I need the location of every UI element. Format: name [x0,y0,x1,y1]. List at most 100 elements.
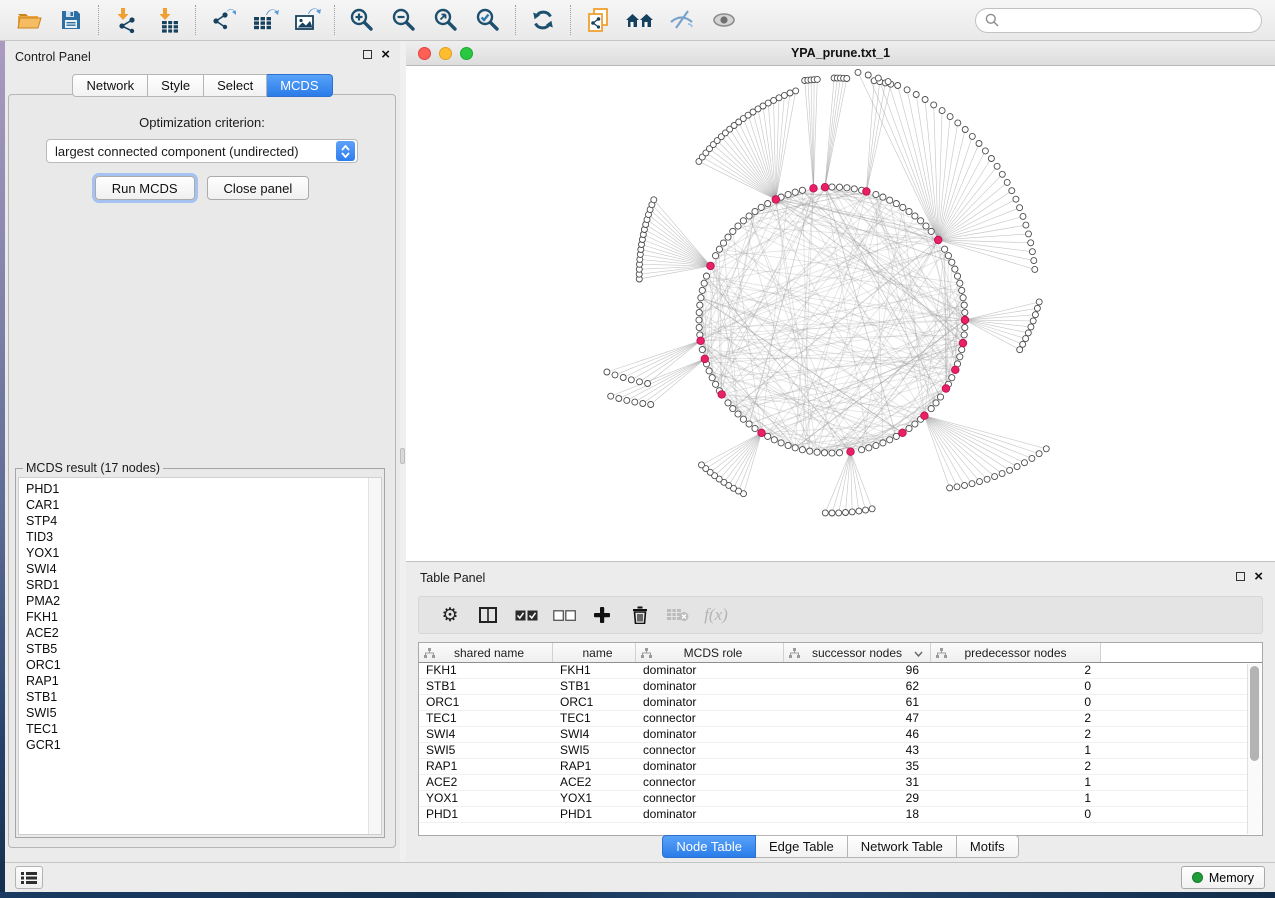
mcds-result-item[interactable]: TID3 [26,529,381,545]
column-header-name[interactable]: name [553,643,636,662]
table-cell[interactable]: STB1 [419,679,553,694]
new-network-from-selection-button[interactable] [577,2,619,38]
table-cell[interactable]: 0 [931,807,1101,822]
table-cell[interactable]: 2 [931,663,1101,678]
table-cell[interactable]: 62 [784,679,931,694]
tab-motifs[interactable]: Motifs [957,835,1019,858]
table-cell[interactable]: 96 [784,663,931,678]
tab-edge-table[interactable]: Edge Table [756,835,848,858]
mcds-result-item[interactable]: CAR1 [26,497,381,513]
run-mcds-button[interactable]: Run MCDS [95,176,195,200]
export-table-button[interactable] [244,2,286,38]
open-file-button[interactable] [8,2,50,38]
table-row[interactable]: SWI5SWI5connector431 [419,743,1262,759]
column-header-mcds-role[interactable]: MCDS role [636,643,784,662]
table-scrollbar-thumb[interactable] [1250,666,1259,761]
mcds-result-item[interactable]: ORC1 [26,657,381,673]
tab-network-table[interactable]: Network Table [848,835,957,858]
mcds-result-item[interactable]: GCR1 [26,737,381,753]
mcds-result-item[interactable]: ACE2 [26,625,381,641]
table-row[interactable]: RAP1RAP1dominator352 [419,759,1262,775]
mcds-result-item[interactable]: RAP1 [26,673,381,689]
export-network-button[interactable] [202,2,244,38]
float-table-panel-icon[interactable] [1236,572,1245,581]
export-image-button[interactable] [286,2,328,38]
table-cell[interactable]: FKH1 [419,663,553,678]
mcds-result-item[interactable]: PMA2 [26,593,381,609]
tab-node-table[interactable]: Node Table [662,835,756,858]
close-panel-button[interactable]: Close panel [207,176,310,200]
mcds-result-item[interactable]: SRD1 [26,577,381,593]
memory-button[interactable]: Memory [1181,866,1265,889]
table-cell[interactable]: YOX1 [419,791,553,806]
table-options-button[interactable]: ⚙ [431,600,469,630]
table-cell[interactable]: 29 [784,791,931,806]
save-session-button[interactable] [50,2,92,38]
mcds-result-item[interactable]: STP4 [26,513,381,529]
table-row[interactable]: STB1STB1dominator620 [419,679,1262,695]
table-cell[interactable]: PHD1 [419,807,553,822]
mcds-result-item[interactable]: FKH1 [26,609,381,625]
import-table-button[interactable] [147,2,189,38]
show-all-button[interactable] [703,2,745,38]
table-cell[interactable]: 0 [931,679,1101,694]
table-cell[interactable]: 1 [931,791,1101,806]
table-cell[interactable]: STB1 [553,679,636,694]
close-table-panel-icon[interactable]: × [1254,571,1263,582]
table-cell[interactable]: 2 [931,711,1101,726]
search-input[interactable] [1005,13,1261,28]
table-cell[interactable]: 31 [784,775,931,790]
table-cell[interactable]: TEC1 [419,711,553,726]
table-cell[interactable]: PHD1 [553,807,636,822]
table-cell[interactable]: SWI5 [553,743,636,758]
table-row[interactable]: ACE2ACE2connector311 [419,775,1262,791]
mcds-list-scrollbar[interactable] [368,478,381,834]
criterion-dropdown[interactable]: largest connected component (undirected) [46,139,358,163]
tab-select[interactable]: Select [204,74,267,97]
table-cell[interactable]: dominator [636,695,784,710]
column-header-shared-name[interactable]: shared name [419,643,553,662]
zoom-out-button[interactable] [383,2,425,38]
table-row[interactable]: ORC1ORC1dominator610 [419,695,1262,711]
table-row[interactable]: PHD1PHD1dominator180 [419,807,1262,823]
column-header-predecessor-nodes[interactable]: predecessor nodes [931,643,1101,662]
table-cell[interactable]: SWI4 [553,727,636,742]
table-cell[interactable]: dominator [636,759,784,774]
table-cell[interactable]: connector [636,743,784,758]
search-box[interactable] [975,8,1262,33]
table-row[interactable]: SWI4SWI4dominator462 [419,727,1262,743]
table-cell[interactable]: 1 [931,743,1101,758]
table-cell[interactable]: FKH1 [553,663,636,678]
table-cell[interactable]: connector [636,791,784,806]
table-cell[interactable]: SWI5 [419,743,553,758]
zoom-in-button[interactable] [341,2,383,38]
table-cell[interactable]: ORC1 [419,695,553,710]
table-cell[interactable]: ACE2 [419,775,553,790]
table-cell[interactable]: 18 [784,807,931,822]
table-cell[interactable]: 2 [931,759,1101,774]
table-cell[interactable]: dominator [636,807,784,822]
table-row[interactable]: YOX1YOX1connector291 [419,791,1262,807]
deselect-all-button[interactable] [545,600,583,630]
table-cell[interactable]: 2 [931,727,1101,742]
close-panel-icon[interactable]: × [381,49,390,60]
network-canvas[interactable] [406,66,1275,561]
task-history-button[interactable] [15,866,43,889]
mcds-result-item[interactable]: SWI5 [26,705,381,721]
show-columns-button[interactable] [469,600,507,630]
table-cell[interactable]: connector [636,711,784,726]
table-cell[interactable]: YOX1 [553,791,636,806]
table-cell[interactable]: 35 [784,759,931,774]
float-panel-icon[interactable] [363,50,372,59]
select-all-button[interactable] [507,600,545,630]
zoom-selected-button[interactable] [467,2,509,38]
table-cell[interactable]: 47 [784,711,931,726]
mcds-result-item[interactable]: TEC1 [26,721,381,737]
function-builder-button[interactable]: f(x) [697,600,735,630]
table-cell[interactable]: dominator [636,727,784,742]
table-cell[interactable]: connector [636,775,784,790]
mcds-result-item[interactable]: PHD1 [26,481,381,497]
column-header-successor-nodes[interactable]: successor nodes [784,643,931,662]
table-cell[interactable]: TEC1 [553,711,636,726]
tab-network[interactable]: Network [72,74,148,97]
